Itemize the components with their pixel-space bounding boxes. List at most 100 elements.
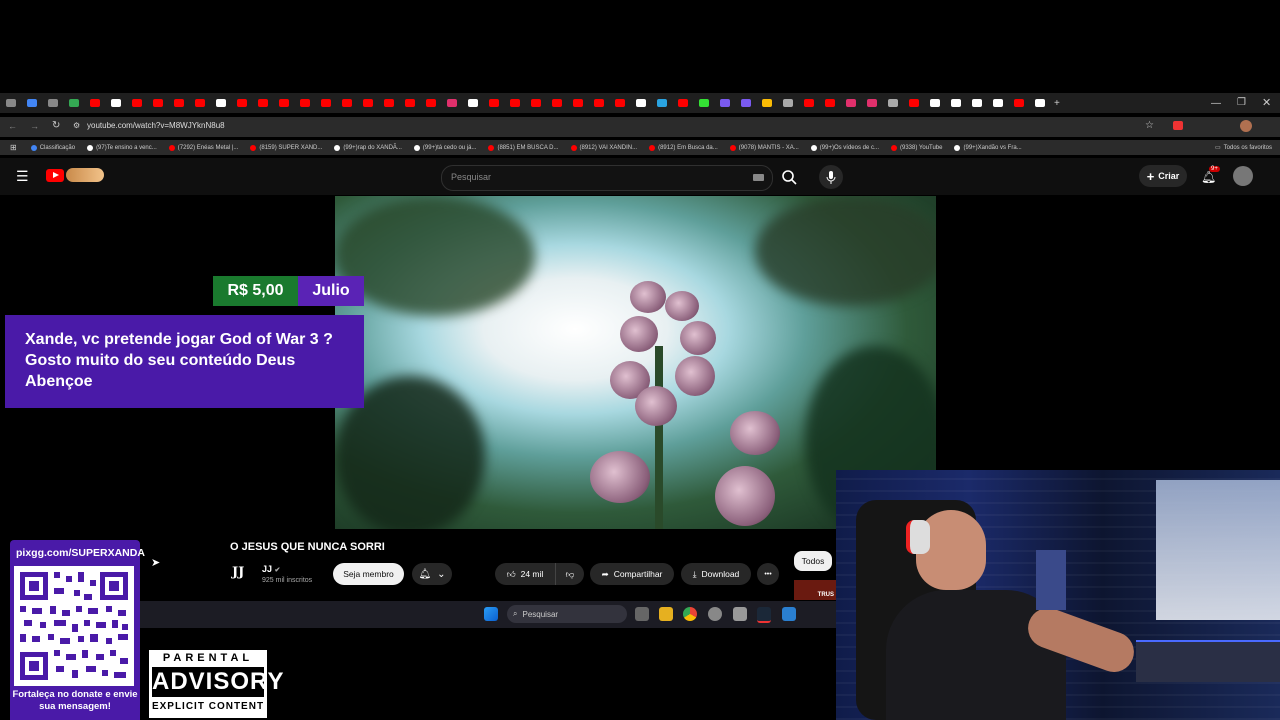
more-actions-button[interactable]: •••	[757, 563, 779, 585]
restore-icon[interactable]: ❐	[1237, 97, 1246, 108]
channel-avatar[interactable]: JJ	[232, 565, 244, 580]
browser-tab[interactable]	[215, 99, 226, 107]
browser-tab[interactable]	[929, 99, 940, 107]
browser-tab[interactable]	[152, 99, 163, 107]
browser-tab[interactable]	[530, 99, 541, 107]
bookmark-star-icon[interactable]: ☆	[1145, 120, 1154, 131]
bookmark-item[interactable]: (9078) MANTIS - XA...	[729, 144, 799, 151]
bookmark-item[interactable]: (8159) SUPER XAND...	[250, 144, 322, 151]
task-view-icon[interactable]	[635, 607, 649, 621]
bookmark-item[interactable]: (8912) VAI XANDIN...	[570, 144, 637, 151]
browser-tab[interactable]	[971, 99, 982, 107]
browser-tab[interactable]	[824, 99, 835, 107]
browser-tab[interactable]	[614, 99, 625, 107]
browser-tab[interactable]	[992, 99, 1003, 107]
filter-chip-all[interactable]: Todos	[794, 551, 832, 571]
keyboard-icon[interactable]	[753, 174, 764, 181]
browser-tab[interactable]	[509, 99, 520, 107]
browser-tab[interactable]	[845, 99, 856, 107]
all-favorites-folder[interactable]: ▭ Todos os favoritos	[1215, 144, 1272, 152]
new-tab-icon[interactable]: +	[1054, 98, 1060, 109]
bookmark-item[interactable]: (8851) EM BUSCA D...	[488, 144, 559, 151]
browser-tab[interactable]	[488, 99, 499, 107]
browser-tab[interactable]	[593, 99, 604, 107]
browser-tab[interactable]	[761, 99, 772, 107]
like-button[interactable]: 👍︎ 24 mil	[495, 563, 555, 585]
dislike-button[interactable]: 👎︎	[555, 563, 584, 585]
browser-tab[interactable]	[866, 99, 877, 107]
browser-tab[interactable]	[89, 99, 100, 107]
browser-tab[interactable]	[677, 99, 688, 107]
browser-tab[interactable]	[383, 99, 394, 107]
browser-tab[interactable]	[5, 99, 16, 107]
browser-tab[interactable]	[467, 99, 478, 107]
browser-tab[interactable]	[236, 99, 247, 107]
browser-tab[interactable]	[656, 99, 667, 107]
browser-tab[interactable]	[299, 99, 310, 107]
browser-tab[interactable]	[740, 99, 751, 107]
search-input[interactable]: Pesquisar	[441, 165, 773, 191]
browser-tab[interactable]	[782, 99, 793, 107]
close-window-icon[interactable]: ✕	[1262, 96, 1271, 109]
browser-tab[interactable]	[887, 99, 898, 107]
download-button[interactable]: ⤓ Download	[681, 563, 751, 585]
bookmark-item[interactable]: (99+)rap do XANDÃ...	[334, 144, 402, 151]
browser-tab[interactable]	[698, 99, 709, 107]
bookmark-item[interactable]: (9338) YouTube	[891, 144, 942, 151]
browser-tab[interactable]	[572, 99, 583, 107]
browser-tab[interactable]	[1013, 99, 1024, 107]
browser-tab[interactable]	[131, 99, 142, 107]
browser-tab[interactable]	[1034, 99, 1045, 107]
tab-strip[interactable]: +	[0, 93, 1280, 113]
browser-tab[interactable]	[26, 99, 37, 107]
bookmark-item[interactable]: (8912) Em Busca da...	[649, 144, 718, 151]
apps-grid-icon[interactable]: ⊞	[10, 143, 17, 152]
browser-tab[interactable]	[47, 99, 58, 107]
reload-icon[interactable]: ↻	[52, 120, 60, 131]
forward-icon[interactable]: →	[30, 121, 39, 131]
app-icon[interactable]	[708, 607, 722, 621]
doodle-logo-icon[interactable]	[66, 168, 104, 182]
browser-tab[interactable]	[404, 99, 415, 107]
site-info-icon[interactable]: ⚙	[73, 121, 80, 130]
browser-tab[interactable]	[257, 99, 268, 107]
account-avatar[interactable]	[1233, 166, 1253, 186]
browser-tab[interactable]	[908, 99, 919, 107]
bookmark-item[interactable]: (99+)Os vídeos de c...	[810, 144, 879, 151]
steam-icon[interactable]	[757, 607, 771, 623]
browser-tab[interactable]	[68, 99, 79, 107]
browser-tab[interactable]	[719, 99, 730, 107]
active-tab[interactable]	[110, 99, 121, 107]
browser-tab[interactable]	[341, 99, 352, 107]
bookmark-item[interactable]: (97)Te ensino a venc...	[87, 144, 157, 151]
file-explorer-icon[interactable]	[659, 607, 673, 621]
app-store-icon[interactable]	[782, 607, 796, 621]
join-button[interactable]: Seja membro	[333, 563, 404, 585]
menu-icon[interactable]: ☰	[16, 168, 29, 185]
url-text[interactable]: youtube.com/watch?v=M8WJYknN8u8	[87, 121, 225, 130]
browser-tab[interactable]	[803, 99, 814, 107]
browser-tab[interactable]	[425, 99, 436, 107]
minimize-icon[interactable]: —	[1211, 98, 1221, 109]
bookmark-item[interactable]: Classificação	[30, 144, 75, 151]
browser-tab[interactable]	[950, 99, 961, 107]
taskbar-search[interactable]: ⌕ Pesquisar	[507, 605, 627, 623]
browser-tab[interactable]	[635, 99, 646, 107]
channel-name[interactable]: JJ ✔	[262, 564, 280, 574]
share-button[interactable]: ➦ Compartilhar	[590, 563, 674, 585]
browser-tab[interactable]	[320, 99, 331, 107]
settings-gear-icon[interactable]	[733, 607, 747, 621]
profile-avatar-icon[interactable]	[1240, 120, 1252, 132]
search-button[interactable]	[772, 165, 808, 189]
browser-tab[interactable]	[446, 99, 457, 107]
browser-tab[interactable]	[551, 99, 562, 107]
browser-tab[interactable]	[278, 99, 289, 107]
windows-start-icon[interactable]	[484, 607, 498, 621]
recommended-video-thumbnail[interactable]: TRUS	[794, 580, 836, 600]
subscription-bell-button[interactable]: 🔔︎ ⌄	[412, 563, 452, 585]
extension-icon[interactable]	[1173, 121, 1183, 130]
browser-tab[interactable]	[362, 99, 373, 107]
notifications-bell-icon[interactable]: 🔔︎	[1201, 170, 1216, 184]
back-icon[interactable]: ←	[8, 121, 17, 131]
bookmark-item[interactable]: (99+)tá cedo ou já...	[413, 144, 476, 151]
